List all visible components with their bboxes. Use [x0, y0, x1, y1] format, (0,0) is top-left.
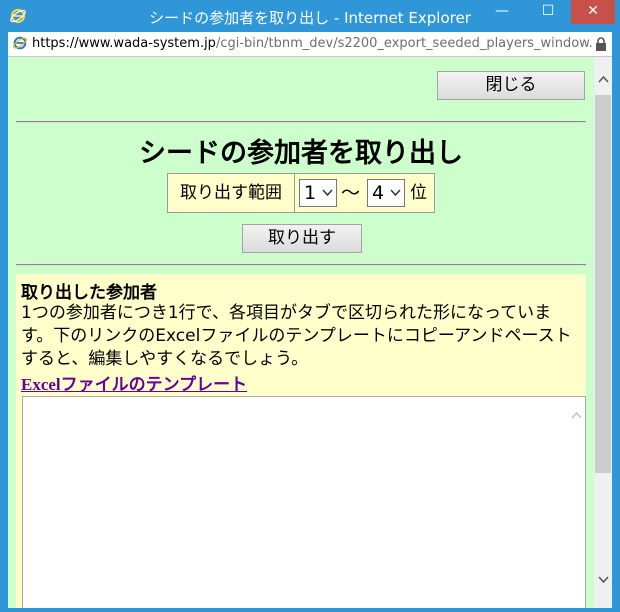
close-window-button[interactable]: ✕ — [571, 0, 615, 24]
address-bar[interactable]: https://www.wada-system.jp/cgi-bin/tbnm_… — [8, 32, 612, 57]
page-scrollbar[interactable] — [594, 57, 612, 608]
result-heading: 取り出した参加者 — [21, 283, 157, 303]
range-label: 取り出す範囲 — [168, 174, 295, 212]
range-separator: ～ — [341, 182, 361, 204]
range-to-select[interactable]: 4 — [367, 179, 405, 207]
lock-icon[interactable] — [594, 36, 608, 52]
url-host: https://www.wada-system.jp — [32, 36, 216, 51]
textarea-scrollbar[interactable] — [568, 397, 585, 608]
url-path: /cgi-bin/tbnm_dev/s2200_export_seeded_pl… — [215, 36, 592, 51]
scroll-up-icon[interactable] — [598, 75, 609, 83]
result-description: 1つの参加者につき1行で、各項目がタブで区切られた形になっています。下のリンクの… — [21, 303, 572, 369]
chevron-down-icon — [390, 189, 401, 197]
divider — [16, 121, 586, 123]
close-button[interactable]: 閉じる — [437, 71, 585, 100]
rank-suffix: 位 — [410, 183, 427, 203]
scroll-up-icon[interactable] — [571, 411, 582, 419]
page-title: シードの参加者を取り出し — [139, 138, 463, 169]
excel-template-link[interactable]: Excelファイルのテンプレート — [21, 370, 247, 395]
range-to-value: 4 — [372, 182, 385, 204]
scroll-down-icon[interactable] — [598, 576, 609, 584]
title-bar[interactable]: シードの参加者を取り出し - Internet Explorer — ☐ ✕ — [0, 0, 620, 32]
url-text[interactable]: https://www.wada-system.jp/cgi-bin/tbnm_… — [32, 35, 592, 53]
scroll-thumb[interactable] — [595, 95, 611, 473]
extract-button[interactable]: 取り出す — [242, 224, 362, 253]
result-section: 取り出した参加者 1つの参加者につき1行で、各項目がタブで区切られた形になってい… — [16, 274, 586, 608]
divider — [16, 264, 586, 266]
window-title: シードの参加者を取り出し - Internet Explorer — [149, 9, 471, 27]
ie-icon — [13, 36, 27, 50]
range-from-value: 1 — [304, 182, 317, 204]
output-textarea[interactable] — [22, 396, 586, 608]
minimize-button[interactable]: — — [479, 0, 525, 24]
chevron-down-icon — [322, 189, 333, 197]
ie-icon — [10, 8, 26, 24]
range-from-select[interactable]: 1 — [299, 179, 337, 207]
maximize-button[interactable]: ☐ — [525, 0, 571, 24]
page-content: 閉じる シードの参加者を取り出し 取り出す範囲 1 ～ 4 位 取り出す 取り出… — [8, 57, 612, 608]
range-selector: 取り出す範囲 1 ～ 4 位 — [167, 173, 435, 213]
